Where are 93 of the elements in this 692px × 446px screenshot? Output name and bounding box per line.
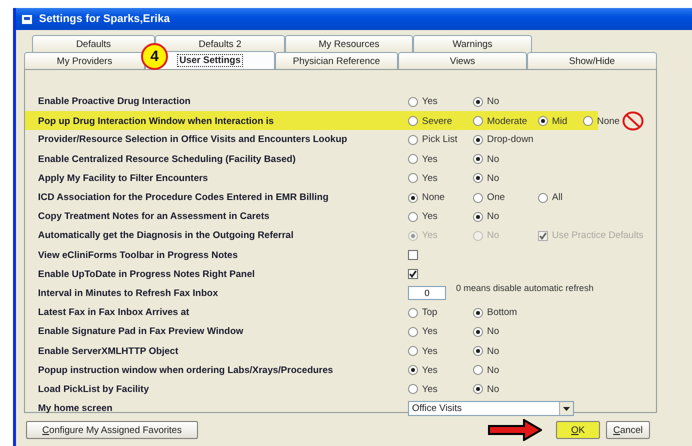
radio-button[interactable]	[473, 326, 483, 337]
tab[interactable]: Show/Hide	[527, 52, 657, 69]
window-title: Settings for Sparks,Erika	[39, 13, 170, 25]
radio-button[interactable]	[473, 365, 483, 376]
option-label: Yes	[422, 230, 438, 242]
caret-icon	[563, 406, 570, 411]
setting-label: Interval in Minutes to Refresh Fax Inbox	[38, 288, 220, 299]
option-label: No	[487, 172, 500, 184]
radio-button[interactable]	[408, 212, 418, 222]
checkbox[interactable]	[408, 269, 418, 280]
radio-button[interactable]	[408, 116, 418, 126]
radio-button[interactable]	[408, 326, 418, 337]
option-label: No	[487, 230, 500, 242]
option-label: No	[487, 154, 500, 165]
radio-button[interactable]	[408, 365, 418, 376]
setting-label: Pop up Drug Interaction Window when Interaction is	[38, 116, 275, 127]
option-label: Yes	[422, 154, 438, 165]
option-label: No	[487, 96, 500, 108]
tab[interactable]: Warnings	[413, 35, 532, 52]
radio-button[interactable]	[473, 116, 483, 126]
tab[interactable]: Views	[398, 52, 527, 69]
radio-button[interactable]	[408, 173, 418, 184]
option-label: Yes	[422, 96, 438, 108]
radio-button[interactable]	[408, 346, 418, 356]
option-label: Top	[422, 307, 438, 318]
tab[interactable]: Defaults	[32, 35, 155, 52]
radio-button[interactable]	[473, 308, 483, 318]
tab[interactable]: Physician Reference	[275, 52, 398, 69]
option-label: Yes	[422, 364, 438, 376]
tab[interactable]: My Resources	[285, 35, 413, 52]
radio-button[interactable]	[538, 192, 548, 203]
option-label: No	[487, 346, 500, 357]
hint-text: 0 means disable automatic refresh	[456, 283, 594, 294]
option-label: No	[487, 211, 500, 222]
setting-label: ICD Association for the Procedure Codes Entered in EMR Billing	[38, 192, 330, 204]
setting-label: Enable Centralized Resource Scheduling (Facility Based)	[38, 154, 297, 165]
checkbox[interactable]	[408, 250, 418, 260]
radio-button[interactable]	[473, 173, 483, 184]
tab[interactable]: My Providers	[24, 52, 145, 69]
setting-label: Enable UpToDate in Progress Notes Right Panel	[38, 268, 256, 280]
setting-label: Enable ServerXMLHTTP Object	[38, 346, 180, 357]
setting-label: Latest Fax in Fax Inbox Arrives at	[38, 307, 190, 318]
radio-button[interactable]	[473, 212, 483, 222]
option-label: None	[422, 192, 445, 204]
option-label: Yes	[422, 172, 438, 184]
option-label: Yes	[422, 211, 438, 222]
radio-button[interactable]	[408, 308, 418, 318]
setting-label: My home screen	[38, 403, 114, 414]
option-label: Mid	[552, 116, 568, 127]
option-label: Pick List	[422, 134, 458, 146]
radio-button[interactable]	[408, 134, 418, 145]
option-label: Bottom	[487, 307, 518, 318]
option-label: Yes	[422, 384, 438, 395]
radio-button[interactable]	[408, 96, 418, 107]
option-label: One	[487, 192, 505, 204]
radio-button[interactable]	[473, 192, 483, 203]
option-label: All	[552, 192, 563, 204]
setting-label: Apply My Facility to Filter Encounters	[38, 172, 209, 184]
option-label: No	[487, 326, 500, 338]
tab[interactable]: Defaults 2	[155, 35, 285, 52]
setting-label: Enable Proactive Drug Interaction	[38, 96, 192, 108]
setting-label: Enable Signature Pad in Fax Preview Window	[38, 326, 244, 338]
option-label: Severe	[422, 116, 452, 127]
option-label: Yes	[422, 326, 438, 338]
setting-label: Provider/Resource Selection in Office Visits and Encounters Lookup	[38, 134, 348, 146]
radio-button[interactable]	[408, 384, 418, 394]
arrow-icon	[488, 419, 542, 441]
dialog-button[interactable]: OK	[556, 421, 600, 439]
radio-button[interactable]	[408, 154, 418, 164]
option-label: No	[487, 384, 500, 395]
option-label: Use Practice Defaults	[552, 230, 644, 242]
radio-button[interactable]	[583, 116, 593, 126]
radio-button[interactable]	[408, 192, 418, 203]
option-label: Yes	[422, 346, 438, 357]
setting-label: View eCliniForms Toolbar in Progress Notes	[38, 250, 239, 261]
window-icon	[21, 14, 33, 24]
setting-label: Copy Treatment Notes for an Assessment in Carets	[38, 211, 270, 222]
radio-button[interactable]	[473, 154, 483, 164]
dialog-button[interactable]: Cancel	[606, 421, 650, 439]
radio-button[interactable]	[473, 346, 483, 356]
setting-label: Load PickList by Facility	[38, 384, 150, 395]
radio-button[interactable]	[473, 96, 483, 107]
radio-button[interactable]	[473, 134, 483, 145]
home-screen-dropdown[interactable]: Office Visits	[408, 401, 574, 416]
setting-label: Automatically get the Diagnosis in the Outgoing Referral	[38, 230, 294, 242]
configure-favorites-button[interactable]: Configure My Assigned Favorites	[26, 421, 198, 439]
option-label: Drop-down	[487, 134, 534, 146]
setting-label: Popup instruction window when ordering Labs/Xrays/Procedures	[38, 364, 334, 376]
radio-button[interactable]	[538, 116, 548, 126]
radio-button[interactable]	[473, 384, 483, 394]
option-label: No	[487, 364, 500, 376]
option-label: Moderate	[487, 116, 528, 127]
interval-field[interactable]: 0	[408, 286, 446, 300]
